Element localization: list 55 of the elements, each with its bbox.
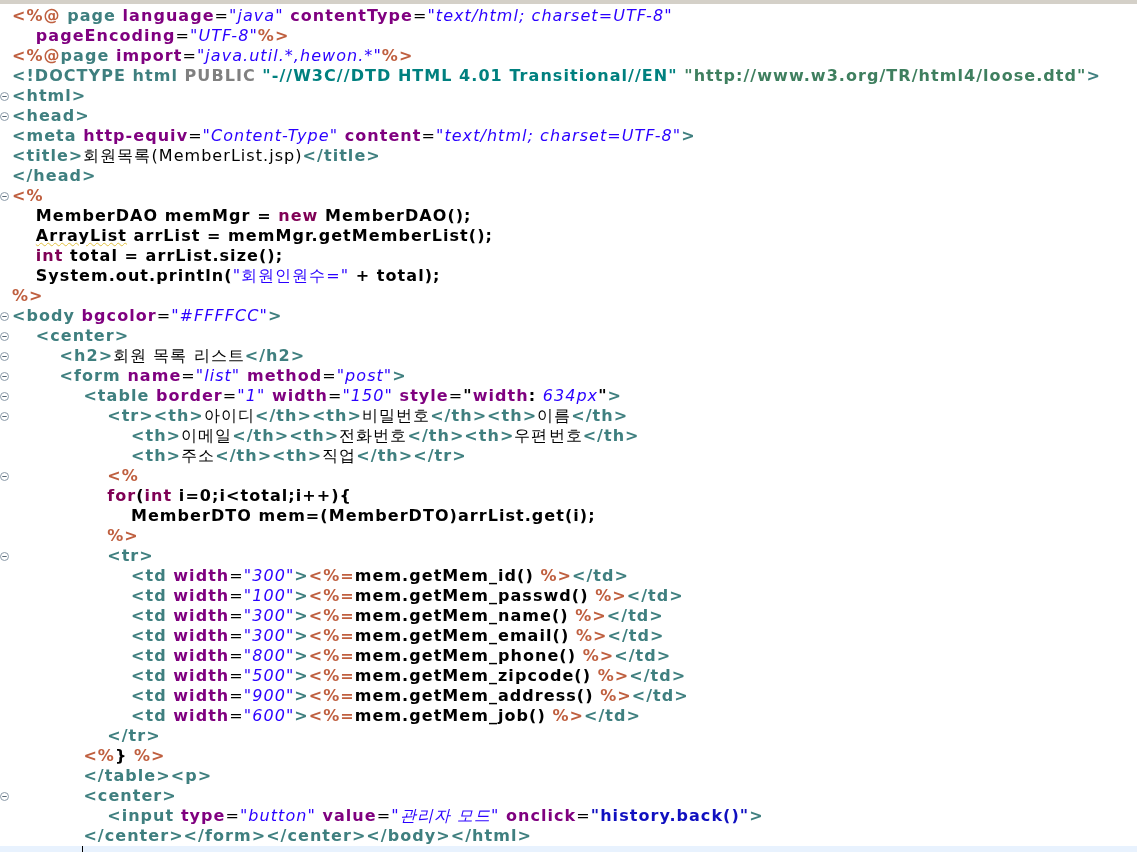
code-line: <%	[107, 467, 139, 485]
text-cursor	[82, 846, 84, 852]
code-line: <input type="button" value="관리자 모드" onclick="history.back()">	[107, 807, 764, 825]
collapse-icon[interactable]	[0, 191, 9, 201]
code-line: %>	[107, 527, 139, 545]
code-line: int total = arrList.size();	[35, 247, 284, 265]
code-line: System.out.println("회원인원수=" + total);	[35, 267, 441, 285]
code-line: <html>	[12, 87, 87, 105]
code-line: <td width="300"><%=mem.getMem_email() %></td>	[131, 627, 665, 645]
collapse-icon[interactable]	[0, 411, 9, 421]
code-line: </head>	[12, 167, 97, 185]
collapse-icon[interactable]	[0, 311, 9, 321]
collapse-icon[interactable]	[0, 351, 9, 361]
code-line: <th>이메일</th><th>전화번호</th><th>우편번호</th>	[131, 427, 640, 445]
code-line: <th>주소</th><th>직업</th></tr>	[131, 447, 467, 465]
code-line: <td width="300"><%=mem.getMem_name() %></td>	[131, 607, 664, 625]
code-line: <meta http-equiv="Content-Type" content="text/html; charset=UTF-8">	[12, 127, 696, 145]
code-line: </tr>	[107, 727, 161, 745]
code-line: <!DOCTYPE html PUBLIC "-//W3C//DTD HTML 4.01 Transitional//EN" "http://www.w3.org/TR/html4/loose.dtd">	[12, 67, 1101, 85]
collapse-icon[interactable]	[0, 371, 9, 381]
code-line: <%} %>	[83, 747, 166, 765]
code-line: <td width="600"><%=mem.getMem_job() %></td>	[131, 707, 641, 725]
code-line: <center>	[83, 787, 177, 805]
collapse-icon[interactable]	[0, 331, 9, 341]
collapse-icon[interactable]	[0, 111, 9, 121]
code-line: <tr>	[107, 547, 154, 565]
code-line: for(int i=0;i<total;i++){	[107, 487, 352, 505]
code-line: MemberDTO mem=(MemberDTO)arrList.get(i);	[131, 507, 596, 525]
collapse-icon[interactable]	[0, 791, 9, 801]
code-line: </table><p>	[83, 767, 213, 785]
code-line: <td width="100"><%=mem.getMem_passwd() %></td>	[131, 587, 684, 605]
code-line: <td width="300"><%=mem.getMem_id() %></td>	[131, 567, 629, 585]
code-line: ArrayList arrList = memMgr.getMemberList();	[35, 227, 493, 245]
code-line: %>	[12, 287, 44, 305]
code-line: <h2>회원 목록 리스트</h2>	[59, 347, 306, 365]
code-line: <body bgcolor="#FFFFCC">	[12, 307, 283, 325]
code-line: <head>	[12, 107, 90, 125]
collapse-icon[interactable]	[0, 391, 9, 401]
code-line: pageEncoding="UTF-8"%>	[35, 27, 290, 45]
collapse-icon[interactable]	[0, 91, 9, 101]
code-line: <%	[12, 187, 44, 205]
code-line: <td width="500"><%=mem.getMem_zipcode() %></td>	[131, 667, 687, 685]
code-line: <%@page import="java.util.*,hewon.*"%>	[12, 47, 414, 65]
code-line: <table border="1" width="150" style="width: 634px">	[83, 387, 622, 405]
code-line: <td width="900"><%=mem.getMem_address() %></td>	[131, 687, 689, 705]
collapse-icon[interactable]	[0, 551, 9, 561]
code-line: <%@ page language="java" contentType="text/html; charset=UTF-8"	[12, 7, 673, 25]
code-line: <center>	[35, 327, 130, 345]
code-line: </center></form></center></body></html>	[83, 827, 532, 845]
code-line: MemberDAO memMgr = new MemberDAO();	[35, 207, 472, 225]
code-line: <td width="800"><%=mem.getMem_phone() %></td>	[131, 647, 672, 665]
code-line: <form name="list" method="post">	[59, 367, 407, 385]
collapse-icon[interactable]	[0, 471, 9, 481]
code-line: <tr><th>아이디</th><th>비밀번호</th><th>이름</th>	[107, 407, 629, 425]
code-line: <title>회원목록(MemberList.jsp)</title>	[12, 147, 381, 165]
